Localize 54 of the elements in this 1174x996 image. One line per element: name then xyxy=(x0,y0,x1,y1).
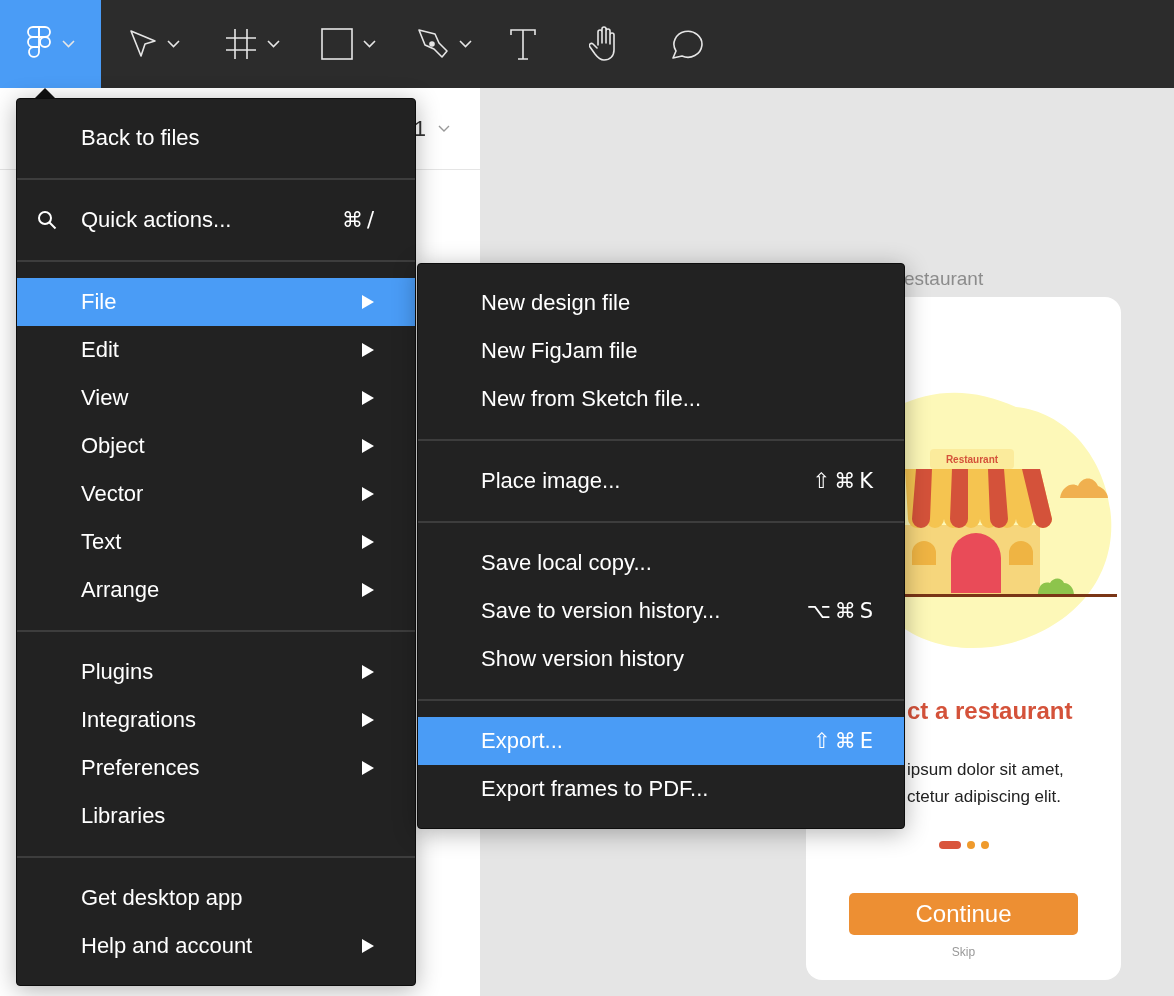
description-text: ipsum dolor sit amet, xyxy=(907,759,1064,781)
main-menu-button[interactable] xyxy=(0,0,101,88)
shortcut-text: ⌘/ xyxy=(341,208,378,232)
menu-item[interactable]: View xyxy=(17,374,415,422)
chevron-icon xyxy=(167,40,180,48)
submenu-arrow-icon xyxy=(362,343,374,357)
submenu-arrow-icon xyxy=(362,391,374,405)
menu-item[interactable]: Show version history xyxy=(418,635,904,683)
submenu-arrow-icon xyxy=(362,295,374,309)
pointer-icon xyxy=(129,29,157,59)
submenu-arrow-icon xyxy=(362,665,374,679)
menu-item[interactable]: Text xyxy=(17,518,415,566)
menu-item[interactable]: Save to version history... ⌥⌘S xyxy=(418,587,904,635)
menu-item[interactable]: Preferences xyxy=(17,744,415,792)
submenu-arrow-icon xyxy=(362,535,374,549)
menu-item[interactable]: Edit xyxy=(17,326,415,374)
menu-item[interactable]: Vector xyxy=(17,470,415,518)
menu-item[interactable]: Get desktop app xyxy=(17,874,415,922)
menu-item[interactable]: Save local copy... xyxy=(418,539,904,587)
menu-item[interactable]: Libraries xyxy=(17,792,415,840)
onboarding-title: ct a restaurant xyxy=(907,696,1073,726)
menu-item[interactable]: New design file xyxy=(418,279,904,327)
submenu-arrow-icon xyxy=(362,583,374,597)
chevron-icon xyxy=(62,40,75,48)
text-tool-icon xyxy=(509,28,537,60)
comment-icon xyxy=(669,27,703,61)
search-icon xyxy=(37,210,57,230)
shortcut-text: ⇧⌘K xyxy=(812,469,877,493)
menu-item[interactable]: Integrations xyxy=(17,696,415,744)
frame-icon xyxy=(225,28,257,60)
menu-item[interactable]: New FigJam file xyxy=(418,327,904,375)
shortcut-text: ⌥⌘S xyxy=(806,599,877,623)
chevron-icon xyxy=(363,40,376,48)
menu-item[interactable]: Export frames to PDF... xyxy=(418,765,904,813)
submenu-arrow-icon xyxy=(362,761,374,775)
menu-item[interactable]: Help and account xyxy=(17,922,415,970)
menu-item[interactable]: Object xyxy=(17,422,415,470)
menu-item[interactable]: Arrange xyxy=(17,566,415,614)
submenu-arrow-icon xyxy=(362,713,374,727)
menu-item[interactable]: Quick actions... ⌘/ xyxy=(17,196,415,244)
submenu-arrow-icon xyxy=(362,439,374,453)
chevron-icon xyxy=(438,124,450,133)
rectangle-icon xyxy=(321,28,353,60)
chevron-icon xyxy=(459,40,472,48)
menu-item[interactable]: Plugins xyxy=(17,648,415,696)
submenu-arrow-icon xyxy=(362,939,374,953)
chevron-icon xyxy=(267,40,280,48)
submenu-arrow-icon xyxy=(362,487,374,501)
shortcut-text: ⇧⌘E xyxy=(813,729,877,753)
menu-item[interactable]: New from Sketch file... xyxy=(418,375,904,423)
description-text: ctetur adipiscing elit. xyxy=(907,786,1062,808)
menu-item[interactable]: Place image... ⇧⌘K xyxy=(418,457,904,505)
pen-icon xyxy=(417,28,449,60)
menu-item[interactable]: Back to files xyxy=(17,114,415,162)
